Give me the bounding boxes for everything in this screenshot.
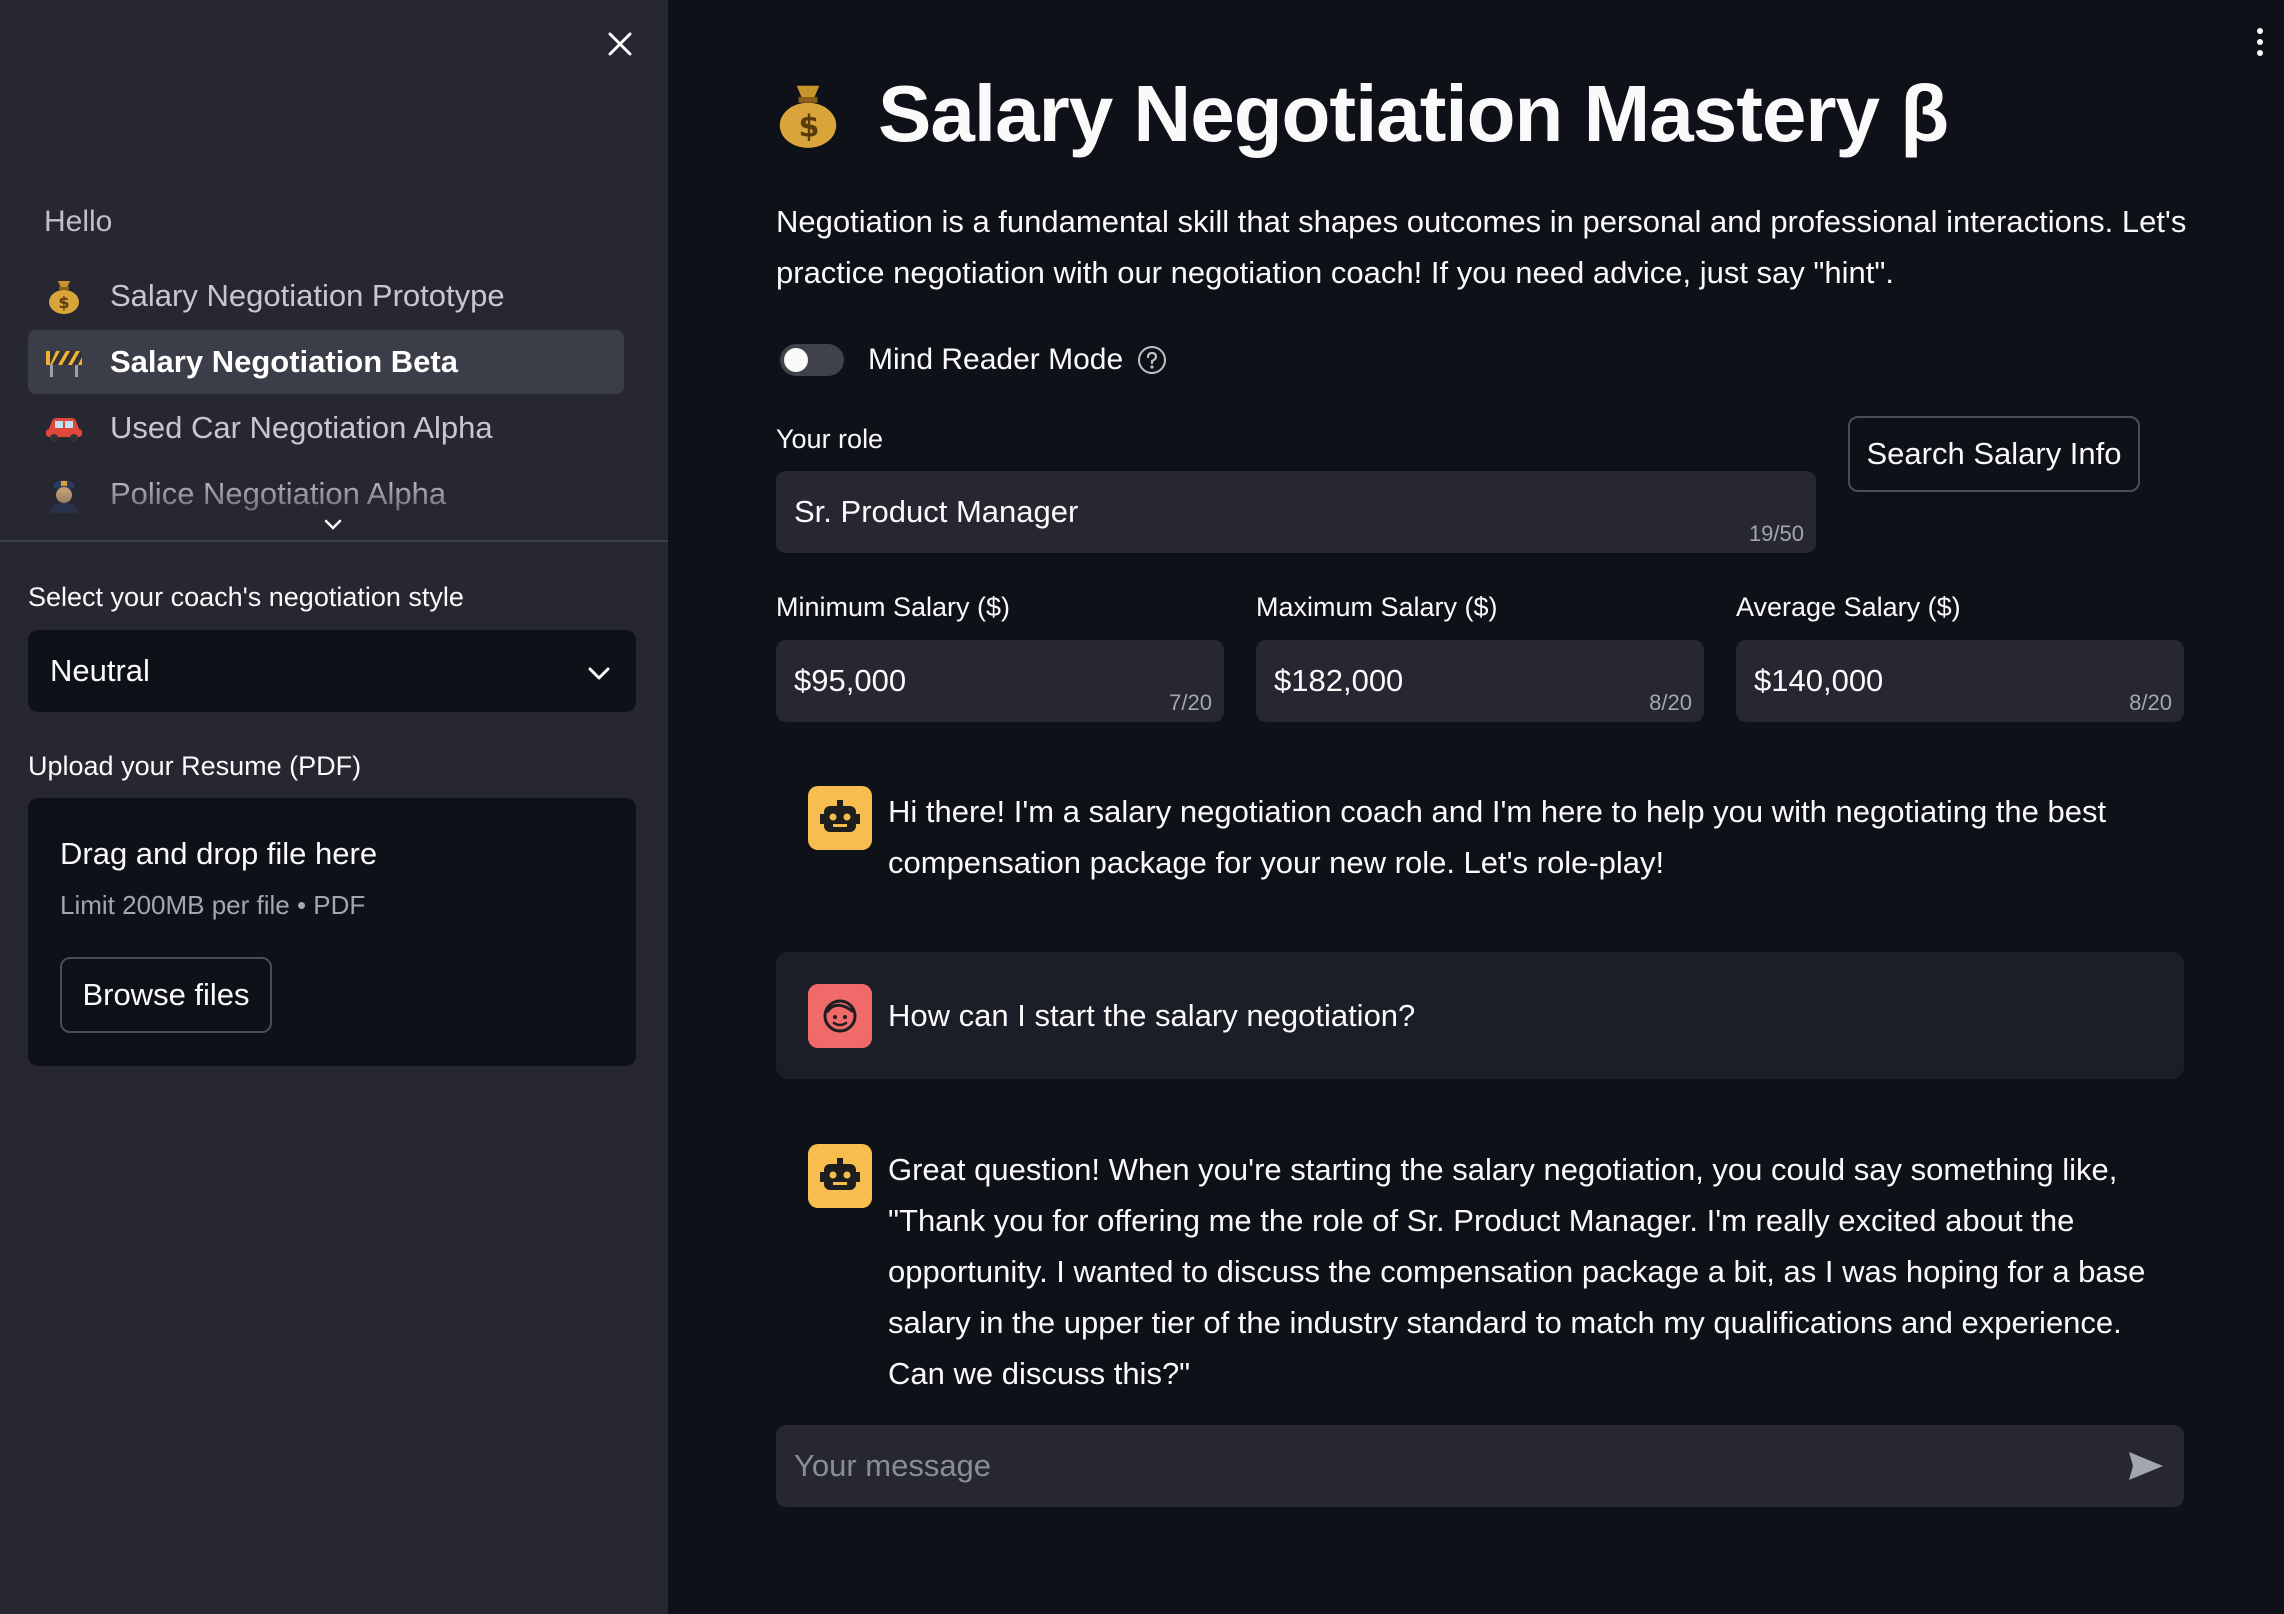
avg-salary-input[interactable] <box>1736 640 2184 722</box>
avg-salary-char-count: 8/20 <box>2129 690 2172 715</box>
chat-message-text: Great question! When you're starting the… <box>888 1152 2146 1391</box>
sidebar-divider <box>0 540 668 542</box>
role-field[interactable]: 19/50 <box>776 471 1816 553</box>
max-salary-label: Maximum Salary ($) <box>1256 592 1498 622</box>
min-salary-label: Minimum Salary ($) <box>776 592 1011 622</box>
sidebar-item-salary-negotiation-beta[interactable]: Salary Negotiation Beta <box>28 330 624 394</box>
money-bag-icon: $ <box>776 74 846 154</box>
role-char-count: 19/50 <box>1748 521 1804 546</box>
max-salary-input[interactable] <box>1256 640 1704 722</box>
sidebar-item-salary-negotiation-prototype[interactable]: $ Salary Negotiation Prototype <box>28 264 624 328</box>
browse-files-button[interactable]: Browse files <box>60 957 272 1033</box>
chat-input[interactable] <box>776 1425 2184 1507</box>
file-dropzone[interactable]: Drag and drop file here Limit 200MB per … <box>28 798 636 1066</box>
chat-message-text: Hi there! I'm a salary negotiation coach… <box>888 794 2107 880</box>
svg-text:$: $ <box>58 293 69 312</box>
avg-salary-label: Average Salary ($) <box>1736 592 1961 622</box>
max-salary-char-count: 8/20 <box>1649 690 1692 715</box>
intro-text: Negotiation is a fundamental skill that … <box>776 204 2187 290</box>
svg-text:$: $ <box>798 110 817 145</box>
chat-input-container <box>776 1425 2184 1507</box>
help-icon[interactable] <box>1137 345 1167 375</box>
coach-style-select[interactable]: Neutral <box>28 630 636 712</box>
upload-label: Upload your Resume (PDF) <box>28 751 362 781</box>
mind-reader-toggle-row: Mind Reader Mode <box>780 340 1167 380</box>
role-input[interactable] <box>776 471 1816 553</box>
min-salary-input[interactable] <box>776 640 1224 722</box>
search-salary-info-button[interactable]: Search Salary Info <box>1848 416 2140 492</box>
chat-message-assistant: Hi there! I'm a salary negotiation coach… <box>776 770 2184 910</box>
car-icon <box>44 408 84 448</box>
page-title-text: Salary Negotiation Mastery β <box>878 69 1949 158</box>
min-salary-char-count: 7/20 <box>1169 690 1212 715</box>
chat-message-assistant: Great question! When you're starting the… <box>776 1128 2184 1391</box>
role-label: Your role <box>776 424 884 454</box>
sidebar: Hello $ Salary Negotiation Prototype Sal… <box>0 0 668 1614</box>
chat-message-user: How can I start the salary negotiation? <box>776 952 2184 1079</box>
coach-style-label: Select your coach's negotiation style <box>28 582 464 612</box>
avg-salary-field[interactable]: 8/20 <box>1736 640 2184 722</box>
sidebar-item-label: Salary Negotiation Beta <box>110 344 458 379</box>
page-title: $ Salary Negotiation Mastery β <box>776 64 1949 164</box>
user-face-icon <box>808 984 872 1048</box>
mind-reader-toggle[interactable] <box>780 344 844 376</box>
coach-style-value: Neutral <box>50 653 150 688</box>
mind-reader-label: Mind Reader Mode <box>868 343 1124 376</box>
robot-icon <box>808 1144 872 1208</box>
chevron-down-icon <box>588 653 610 689</box>
app-root: Hello $ Salary Negotiation Prototype Sal… <box>0 0 2284 1614</box>
main-menu-icon[interactable] <box>2250 22 2270 62</box>
sidebar-item-label: Salary Negotiation Prototype <box>110 278 505 313</box>
sidebar-item-label: Used Car Negotiation Alpha <box>110 410 493 445</box>
money-bag-icon: $ <box>44 276 84 316</box>
construction-icon <box>44 342 84 382</box>
sidebar-item-used-car-negotiation-alpha[interactable]: Used Car Negotiation Alpha <box>28 396 624 460</box>
dropzone-text: Drag and drop file here <box>60 836 378 871</box>
robot-icon <box>808 786 872 850</box>
max-salary-field[interactable]: 8/20 <box>1256 640 1704 722</box>
police-officer-icon <box>44 474 84 514</box>
min-salary-field[interactable]: 7/20 <box>776 640 1224 722</box>
sidebar-nav: Hello $ Salary Negotiation Prototype Sal… <box>28 190 624 530</box>
nav-heading[interactable]: Hello <box>44 205 112 239</box>
sidebar-item-label: Police Negotiation Alpha <box>110 476 447 511</box>
chat-message-text: How can I start the salary negotiation? <box>888 998 1416 1033</box>
close-icon[interactable] <box>600 24 640 64</box>
chevron-down-icon[interactable] <box>318 510 348 540</box>
dropzone-limit: Limit 200MB per file • PDF <box>60 890 366 920</box>
send-icon[interactable] <box>2126 1446 2166 1486</box>
